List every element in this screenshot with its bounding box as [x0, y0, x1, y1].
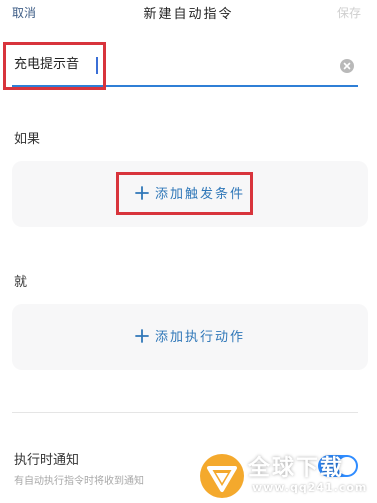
toggle-knob [338, 457, 356, 475]
create-automation-screen: 取消 新建自动指令 保存 如果 添加触发条件 就 [0, 0, 377, 503]
plus-icon [135, 329, 149, 343]
plus-icon [135, 186, 149, 200]
save-button[interactable]: 保存 [337, 4, 361, 21]
notify-title: 执行时通知 [14, 453, 80, 468]
if-section-label: 如果 [14, 132, 41, 147]
page-title: 新建自动指令 [143, 7, 234, 22]
text-cursor [96, 57, 98, 74]
command-name-field [12, 46, 358, 87]
top-bar: 取消 新建自动指令 保存 [0, 0, 377, 30]
command-name-input[interactable] [12, 46, 320, 84]
add-action-label: 添加执行动作 [154, 330, 245, 345]
add-trigger-button[interactable]: 添加触发条件 [12, 183, 368, 202]
add-action-button[interactable]: 添加执行动作 [12, 326, 368, 345]
add-trigger-label: 添加触发条件 [154, 187, 245, 202]
then-section-label: 就 [14, 275, 28, 290]
divider [12, 412, 358, 413]
clear-input-button[interactable] [340, 59, 354, 73]
action-card[interactable]: 添加执行动作 [12, 304, 368, 370]
watermark-url: www.qq241.com [252, 481, 368, 494]
watermark-logo-icon [200, 454, 244, 498]
trigger-card[interactable]: 添加触发条件 [12, 161, 368, 227]
notify-description: 有自动执行指令时将收到通知 [14, 476, 144, 487]
close-icon [343, 62, 351, 70]
notify-toggle[interactable] [318, 455, 358, 477]
input-underline [12, 85, 358, 87]
